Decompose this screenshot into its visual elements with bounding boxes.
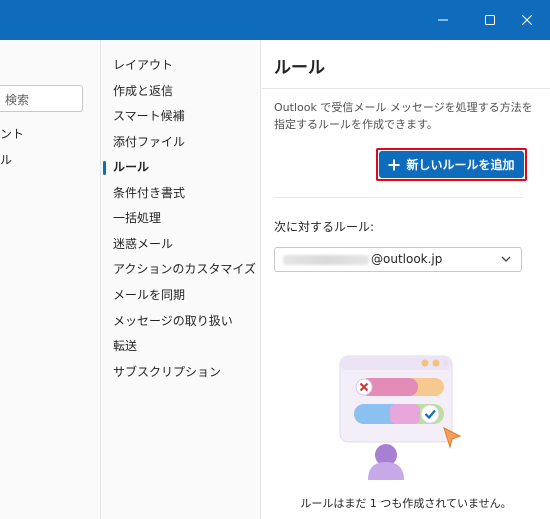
rules-for-label: 次に対するルール: [274,220,375,234]
maximize-icon [485,15,495,25]
empty-rules-illustration [339,355,462,480]
nav-item-customize-actions[interactable]: アクションのカスタマイズ [113,259,256,279]
nav-item-subscriptions[interactable]: サブスクリプション [113,362,221,382]
account-dropdown[interactable]: @outlook.jp [274,247,522,272]
settings-subnav: レイアウト 作成と返信 スマート候補 添付ファイル ルール 条件付き書式 一括処… [101,40,261,519]
rules-panel: ルール Outlook で受信メール メッセージを処理する方法を指定するルールを… [262,40,550,519]
section-divider [274,197,523,198]
title-bar [0,0,550,40]
nav-item-sweep[interactable]: 一括処理 [113,208,161,228]
plus-icon [388,159,400,170]
page-title: ルール [274,58,325,78]
nav-item-conditional-formatting[interactable]: 条件付き書式 [113,183,185,203]
nav-item-junk-email[interactable]: 迷惑メール [113,234,173,254]
nav-item-message-handling[interactable]: メッセージの取り扱い [113,311,233,331]
add-new-rule-label: 新しいルールを追加 [406,158,515,172]
nav-item-forwarding[interactable]: 転送 [113,336,137,356]
nav-item-smart-suggestions[interactable]: スマート候補 [113,106,185,126]
minimize-button[interactable] [420,0,466,40]
category-item[interactable]: ル [0,151,12,168]
add-new-rule-button[interactable]: 新しいルールを追加 [379,151,524,178]
empty-state-message: ルールはまだ 1 つも作成されていません。 [300,497,512,510]
nav-item-rules[interactable]: ルール [113,157,149,177]
minimize-icon [438,19,448,21]
account-domain: @outlook.jp [371,252,443,266]
rules-description: Outlook で受信メール メッセージを処理する方法を指定するルールを作成でき… [274,101,533,131]
nav-item-compose-reply[interactable]: 作成と返信 [113,81,173,101]
redacted-email-username [283,255,369,265]
search-placeholder: 検索 [5,93,30,107]
settings-search-input[interactable]: 検索 [0,85,83,112]
active-nav-indicator [103,161,106,175]
nav-item-layout[interactable]: レイアウト [113,55,173,75]
close-button[interactable] [504,0,550,40]
chevron-down-icon [501,256,511,262]
header-divider [262,88,550,89]
nav-item-attachments[interactable]: 添付ファイル [113,132,185,152]
nav-item-sync-email[interactable]: メールを同期 [113,285,185,305]
settings-category-column: 検索 ント ル [0,40,101,519]
category-item[interactable]: ント [0,125,24,142]
close-icon [522,15,532,25]
